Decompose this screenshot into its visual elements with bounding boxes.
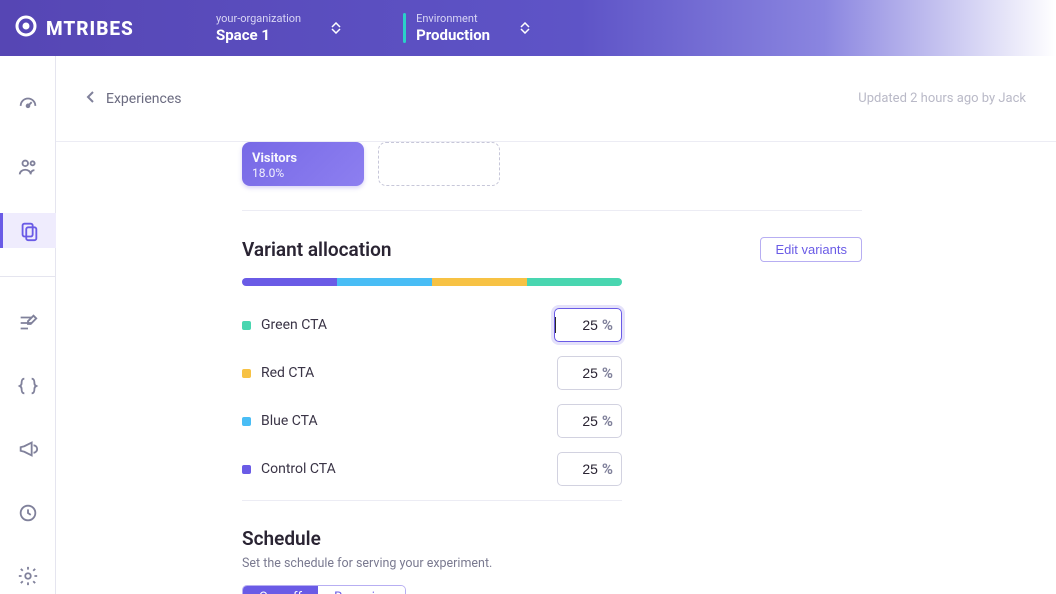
rail-clock[interactable] <box>0 495 56 530</box>
variant-row: Green CTA % <box>242 308 622 342</box>
variant-label: Green CTA <box>261 317 327 333</box>
variant-allocation-title: Variant allocation <box>242 238 391 261</box>
add-audience-placeholder[interactable] <box>378 142 500 186</box>
variant-row: Blue CTA % <box>242 404 622 438</box>
rail-dashboard[interactable] <box>0 86 56 121</box>
variant-swatch <box>242 417 251 426</box>
allocation-segment <box>432 278 527 286</box>
org-value: Space 1 <box>216 26 301 44</box>
rail-code[interactable] <box>0 368 56 403</box>
variant-percent-field[interactable] <box>558 365 602 381</box>
left-rail <box>0 56 56 594</box>
variant-label: Control CTA <box>261 461 336 477</box>
variant-percent-field[interactable] <box>558 317 602 333</box>
brand-mark-icon <box>14 14 38 42</box>
rail-experiences[interactable] <box>0 213 56 248</box>
rail-audience[interactable] <box>0 149 56 184</box>
chevron-updown-icon <box>331 22 341 34</box>
visitors-title: Visitors <box>252 151 354 166</box>
variant-percent-input[interactable]: % <box>554 308 622 342</box>
env-value: Production <box>416 26 490 44</box>
percent-icon: % <box>602 412 613 430</box>
rail-forms[interactable] <box>0 305 56 340</box>
brand-name: MTRIBES <box>46 17 134 40</box>
variant-percent-input[interactable]: % <box>557 356 622 390</box>
edit-variants-button[interactable]: Edit variants <box>760 237 862 262</box>
variant-label: Red CTA <box>261 365 314 381</box>
visitors-card[interactable]: Visitors 18.0% <box>242 142 364 186</box>
variant-percent-field[interactable] <box>558 413 602 429</box>
section-divider <box>242 500 622 501</box>
schedule-option-recurring[interactable]: Recurring <box>318 586 405 594</box>
variant-percent-input[interactable]: % <box>557 452 622 486</box>
variant-swatch <box>242 321 251 330</box>
variant-row: Red CTA % <box>242 356 622 390</box>
schedule-option-one-off[interactable]: One-off <box>243 586 318 594</box>
allocation-segment <box>242 278 337 286</box>
chevron-left-icon <box>86 90 96 108</box>
org-selector[interactable]: your-organization Space 1 <box>200 12 357 43</box>
brand-logo: MTRIBES <box>0 14 200 42</box>
allocation-segment <box>337 278 432 286</box>
schedule-toggle: One-offRecurring <box>242 585 406 594</box>
breadcrumb-label: Experiences <box>106 91 181 107</box>
variant-label: Blue CTA <box>261 413 318 429</box>
variant-percent-input[interactable]: % <box>557 404 622 438</box>
audience-cards-row: Visitors 18.0% <box>242 142 862 211</box>
rail-announce[interactable] <box>0 432 56 467</box>
back-to-experiences[interactable]: Experiences <box>86 90 181 108</box>
visitors-value: 18.0% <box>252 166 354 180</box>
updated-text: Updated 2 hours ago by Jack <box>858 91 1026 106</box>
env-selector[interactable]: Environment Production <box>387 12 546 43</box>
percent-icon: % <box>602 460 613 478</box>
allocation-bar <box>242 278 622 286</box>
schedule-title: Schedule <box>242 527 862 550</box>
variant-swatch <box>242 369 251 378</box>
rail-settings[interactable] <box>0 559 56 594</box>
schedule-section: Schedule Set the schedule for serving yo… <box>242 527 862 594</box>
variant-allocation-section: Variant allocation Edit variants Green C… <box>242 211 862 501</box>
schedule-description: Set the schedule for serving your experi… <box>242 556 862 571</box>
variant-swatch <box>242 465 251 474</box>
percent-icon: % <box>602 364 613 382</box>
breadcrumb: Experiences Updated 2 hours ago by Jack <box>56 56 1056 142</box>
allocation-segment <box>527 278 622 286</box>
variant-row: Control CTA % <box>242 452 622 486</box>
env-accent-bar <box>403 13 406 43</box>
percent-icon: % <box>602 316 613 334</box>
org-label: your-organization <box>216 12 301 25</box>
top-bar: MTRIBES your-organization Space 1 Enviro… <box>0 0 1056 56</box>
variant-percent-field[interactable] <box>558 461 602 477</box>
chevron-updown-icon <box>520 22 530 34</box>
env-label: Environment <box>416 12 490 25</box>
